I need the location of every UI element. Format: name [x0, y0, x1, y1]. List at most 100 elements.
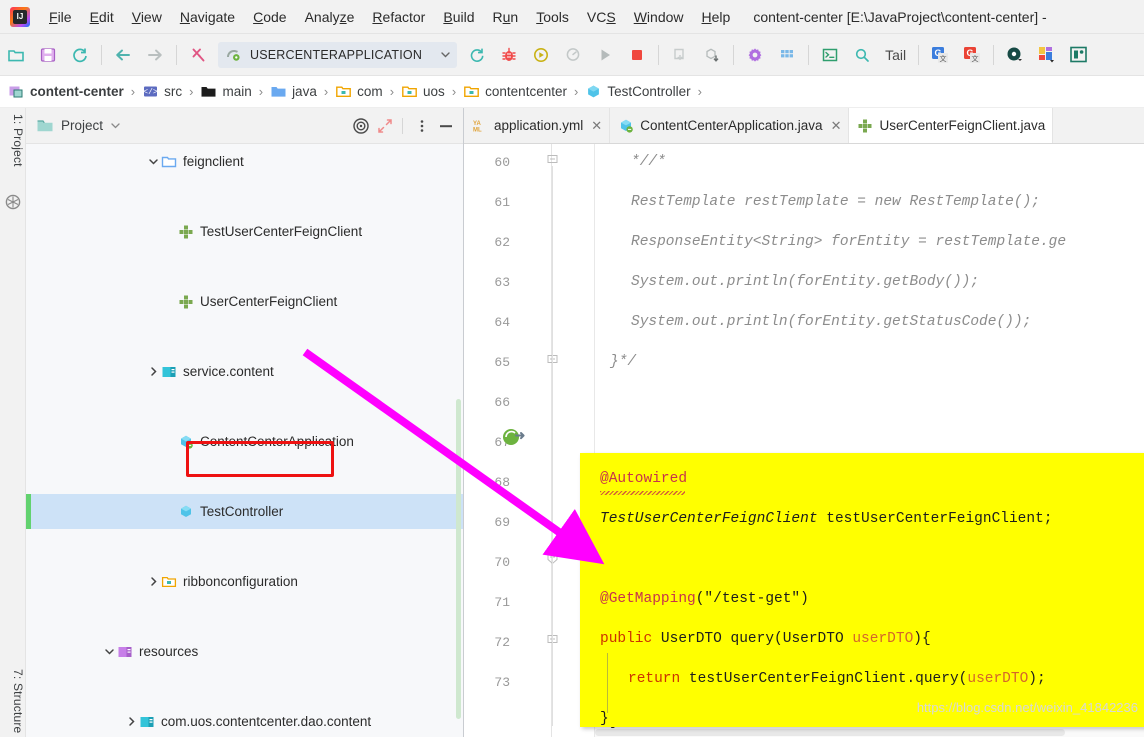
menu-item-navigate[interactable]: Navigate — [171, 6, 244, 28]
menu-item-refactor[interactable]: Refactor — [363, 6, 434, 28]
menu-item-file[interactable]: File — [40, 6, 81, 28]
green-panel-icon[interactable] — [1066, 42, 1092, 68]
chevron-down-icon[interactable] — [146, 155, 160, 169]
type-name: TestUserCenterFeignClient — [600, 511, 818, 527]
yellow-highlight-overlay: @Autowired TestUserCenterFeignClient tes… — [580, 453, 1144, 727]
warning-squiggle — [600, 491, 685, 495]
tree-item-contentcenterapplication[interactable]: ContentCenterApplication — [26, 424, 463, 459]
chevron-right-icon[interactable] — [124, 715, 138, 729]
tree-item-resources[interactable]: resources — [26, 634, 463, 669]
project-tree[interactable]: feignclient TestUserCenterFeignClient Us… — [26, 144, 463, 737]
fold-marker-icon[interactable] — [546, 152, 559, 165]
spring-bean-gutter-icon[interactable] — [500, 427, 530, 450]
folder-open-icon — [160, 153, 177, 170]
spring-boot-icon — [227, 49, 240, 61]
translate-red-icon[interactable]: G文 — [959, 42, 985, 68]
breadcrumb-label: uos — [423, 84, 445, 99]
options-kebab-icon[interactable] — [411, 115, 433, 137]
terminal-icon[interactable] — [817, 42, 843, 68]
layout-blocks-icon[interactable] — [1034, 42, 1060, 68]
line-number: 73 — [494, 675, 510, 690]
breadcrumb-item-uos[interactable]: uos — [401, 83, 445, 100]
tool-window-button-structure[interactable]: 7: Structure — [0, 669, 25, 733]
editor-horizontal-scrollbar[interactable] — [595, 728, 1144, 737]
translate-blue-icon[interactable]: G文 — [927, 42, 953, 68]
editor-gutter[interactable]: 60 61 62 63 64 65 66 67 68 69 70 71 72 7… — [464, 144, 595, 737]
breadcrumb-separator: › — [189, 84, 194, 99]
code-editor[interactable]: 60 61 62 63 64 65 66 67 68 69 70 71 72 7… — [464, 144, 1144, 737]
tree-item-label: UserCenterFeignClient — [200, 294, 338, 309]
tab-contentcenterapplication-java[interactable]: ContentCenterApplication.java ✕ — [610, 108, 850, 143]
breadcrumb-label: content-center — [30, 84, 124, 99]
stop-icon[interactable] — [624, 42, 650, 68]
tail-plugin-button[interactable]: Tail — [878, 47, 913, 63]
toolbar-divider — [658, 44, 660, 65]
sync-icon[interactable] — [67, 42, 93, 68]
breadcrumb-label: TestController — [607, 84, 691, 99]
breadcrumb-item-com[interactable]: com — [335, 83, 383, 100]
save-icon[interactable] — [35, 42, 61, 68]
vcs-icon[interactable] — [5, 194, 21, 210]
chevron-down-icon[interactable] — [110, 120, 121, 131]
close-icon[interactable]: ✕ — [831, 118, 842, 134]
tree-item-usercenterfeignclient[interactable]: UserCenterFeignClient — [26, 284, 463, 319]
tree-item-testcontroller[interactable]: TestController — [26, 494, 463, 529]
project-tree-scrollbar[interactable] — [456, 399, 461, 719]
tree-item-ribbonconfiguration[interactable]: ribbonconfiguration — [26, 564, 463, 599]
database-circle-icon[interactable] — [1002, 42, 1028, 68]
project-folder-icon — [37, 119, 53, 131]
left-tool-window-stripe: 1: Project 7: Structure — [0, 108, 26, 737]
tree-item-service-content[interactable]: service.content — [26, 354, 463, 389]
menu-item-code[interactable]: Code — [244, 6, 295, 28]
package-cyan-icon — [160, 363, 177, 380]
code-line-65: }*/ — [610, 354, 637, 370]
breadcrumb-item-testcontroller[interactable]: TestController — [585, 83, 691, 100]
scrollbar-thumb[interactable] — [595, 729, 1065, 736]
menu-item-window[interactable]: Window — [625, 6, 693, 28]
run-with-coverage-icon[interactable] — [528, 42, 554, 68]
breadcrumb-item-src[interactable]: </> src — [142, 83, 182, 100]
chevron-right-icon[interactable] — [146, 365, 160, 379]
tool-window-button-project[interactable]: 1: Project — [0, 114, 25, 167]
forward-arrow-icon — [142, 42, 168, 68]
settings-gear-icon[interactable] — [742, 42, 768, 68]
tree-item-testusercenterfeignclient[interactable]: TestUserCenterFeignClient — [26, 214, 463, 249]
menu-item-build[interactable]: Build — [434, 6, 483, 28]
debug-bug-icon[interactable] — [496, 42, 522, 68]
breadcrumb-item-contentcenter[interactable]: contentcenter — [463, 83, 567, 100]
close-icon[interactable]: ✕ — [591, 118, 602, 134]
menu-item-vcs[interactable]: VCS — [578, 6, 625, 28]
menu-item-tools[interactable]: Tools — [527, 6, 578, 28]
collapse-all-icon[interactable] — [374, 115, 396, 137]
chevron-right-icon[interactable] — [146, 575, 160, 589]
package-icon — [402, 86, 417, 97]
grid-apps-icon[interactable] — [774, 42, 800, 68]
run-configuration-selector[interactable]: USERCENTERAPPLICATION — [218, 41, 458, 68]
breadcrumb-item-java[interactable]: java — [270, 83, 317, 100]
search-icon[interactable] — [849, 42, 875, 68]
back-arrow-icon[interactable] — [110, 42, 136, 68]
menu-item-analyze[interactable]: Analyze — [296, 6, 364, 28]
commit-icon — [699, 42, 725, 68]
hide-minimize-icon[interactable] — [435, 115, 457, 137]
code-line-62: ResponseEntity<String> forEntity = restT… — [631, 234, 1067, 250]
tree-item-com-uos-contentcenter-dao-content[interactable]: com.uos.contentcenter.dao.content — [26, 704, 463, 737]
chevron-down-icon[interactable] — [102, 645, 116, 659]
locate-target-icon[interactable] — [350, 115, 372, 137]
line-number: 68 — [494, 475, 510, 490]
profiler-icon — [560, 42, 586, 68]
breadcrumb-item-main[interactable]: main — [200, 83, 252, 100]
build-hammer-icon[interactable] — [185, 42, 211, 68]
menu-item-help[interactable]: Help — [693, 6, 740, 28]
tree-item-feignclient[interactable]: feignclient — [26, 144, 463, 179]
menu-item-edit[interactable]: Edit — [81, 6, 123, 28]
breadcrumb-separator: › — [323, 84, 329, 99]
menu-item-run[interactable]: Run — [484, 6, 528, 28]
open-folder-icon[interactable] — [3, 42, 29, 68]
code-line-72: } — [600, 711, 609, 727]
breadcrumb-item-content-center[interactable]: content-center — [8, 83, 124, 100]
rerun-icon[interactable] — [464, 42, 490, 68]
tab-application-yml[interactable]: YA ML application.yml ✕ — [464, 108, 611, 143]
menu-item-view[interactable]: View — [123, 6, 171, 28]
tab-usercenterfeignclient-java[interactable]: UserCenterFeignClient.java — [849, 108, 1054, 143]
